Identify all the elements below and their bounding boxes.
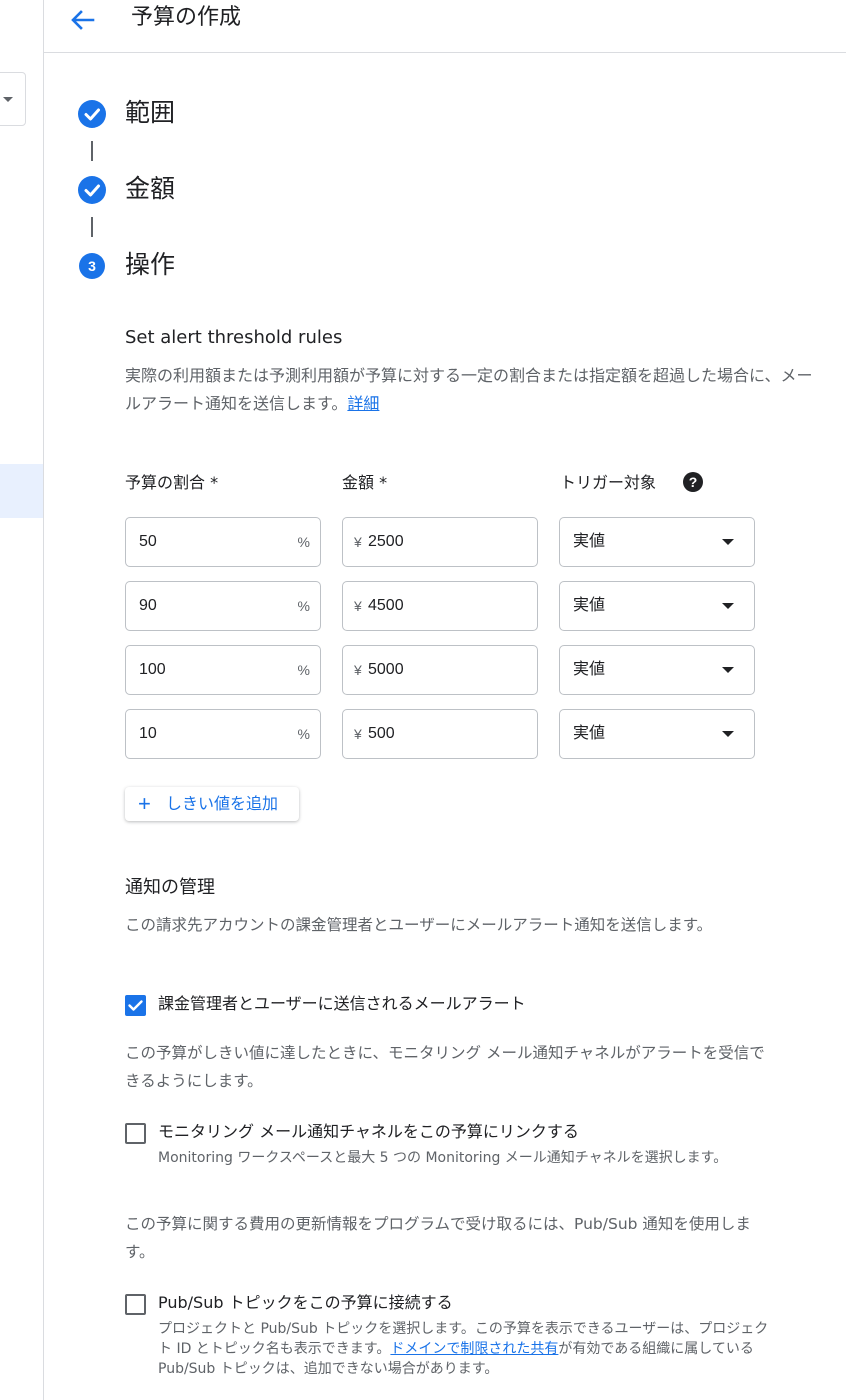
check-circle-icon <box>78 100 106 128</box>
percent-suffix: % <box>297 662 310 678</box>
email-alerts-checkbox[interactable] <box>125 995 146 1016</box>
monitoring-link-help: Monitoring ワークスペースと最大 5 つの Monitoring メー… <box>158 1150 728 1166</box>
dropdown-arrow-icon <box>722 731 734 737</box>
notifications-description: この請求先アカウントの課金管理者とユーザーにメールアラート通知を送信します。 <box>125 916 713 934</box>
details-link[interactable]: 詳細 <box>347 394 379 413</box>
pubsub-description: この予算に関する費用の更新情報をプログラムで受け取るには、Pub/Sub 通知を… <box>125 1215 751 1261</box>
page-header: 予算の作成 <box>44 0 846 53</box>
left-dropdown[interactable] <box>0 72 26 126</box>
column-header-trigger: トリガー対象 <box>560 473 657 492</box>
amount-input[interactable]: ¥ 5000 <box>342 645 538 695</box>
percent-suffix: % <box>297 726 310 742</box>
page-title: 予算の作成 <box>131 5 242 30</box>
amount-input[interactable]: ¥ 2500 <box>342 517 538 567</box>
currency-prefix: ¥ <box>354 534 362 550</box>
trigger-select[interactable]: 実値 <box>559 709 755 759</box>
plus-icon: + <box>138 791 151 816</box>
domain-restricted-sharing-link[interactable]: ドメインで制限された共有 <box>390 1341 558 1357</box>
trigger-select[interactable]: 実値 <box>559 581 755 631</box>
amount-input[interactable]: ¥ 500 <box>342 709 538 759</box>
amount-input[interactable]: ¥ 4500 <box>342 581 538 631</box>
alert-rules-title: Set alert threshold rules <box>125 327 343 348</box>
percent-input[interactable]: 90 % <box>125 581 321 631</box>
step-connector <box>91 141 93 161</box>
chevron-down-icon <box>3 97 13 102</box>
column-header-percent: 予算の割合 * <box>125 473 219 492</box>
monitoring-link-checkbox[interactable] <box>125 1123 146 1144</box>
step-label: 範囲 <box>125 98 176 127</box>
monitoring-link-label[interactable]: モニタリング メール通知チャネルをこの予算にリンクする <box>158 1121 579 1143</box>
percent-input[interactable]: 10 % <box>125 709 321 759</box>
monitoring-description: この予算がしきい値に達したときに、モニタリング メール通知チャネルがアラートを受… <box>125 1044 765 1090</box>
trigger-select[interactable]: 実値 <box>559 645 755 695</box>
column-header-amount: 金額 * <box>342 473 388 492</box>
step-label: 操作 <box>125 250 176 279</box>
currency-prefix: ¥ <box>354 598 362 614</box>
currency-prefix: ¥ <box>354 662 362 678</box>
alert-rules-description: 実際の利用額または予測利用額が予算に対する一定の割合または指定額を超過した場合に… <box>125 366 813 413</box>
check-circle-icon <box>78 176 106 204</box>
step-label: 金額 <box>125 174 176 203</box>
trigger-select[interactable]: 実値 <box>559 517 755 567</box>
email-alerts-label[interactable]: 課金管理者とユーザーに送信されるメールアラート <box>158 993 526 1015</box>
dropdown-arrow-icon <box>722 667 734 673</box>
percent-input[interactable]: 50 % <box>125 517 321 567</box>
currency-prefix: ¥ <box>354 726 362 742</box>
left-nav-active-item[interactable] <box>0 464 43 518</box>
step-number-badge: 3 <box>79 253 105 279</box>
dropdown-arrow-icon <box>722 603 734 609</box>
percent-suffix: % <box>297 598 310 614</box>
help-icon[interactable]: ? <box>683 472 703 492</box>
step-connector <box>91 217 93 237</box>
percent-input[interactable]: 100 % <box>125 645 321 695</box>
pubsub-connect-checkbox[interactable] <box>125 1294 146 1315</box>
dropdown-arrow-icon <box>722 539 734 545</box>
left-navigation-rail <box>0 0 44 1400</box>
pubsub-connect-label[interactable]: Pub/Sub トピックをこの予算に接続する <box>158 1292 453 1314</box>
percent-suffix: % <box>297 534 310 550</box>
arrow-back-icon <box>71 10 95 30</box>
add-threshold-button[interactable]: + しきい値を追加 <box>125 787 299 821</box>
pubsub-connect-help: プロジェクトと Pub/Sub トピックを選択します。この予算を表示できるユーザ… <box>158 1321 769 1377</box>
check-icon <box>128 1000 143 1011</box>
notifications-title: 通知の管理 <box>125 877 215 898</box>
back-button[interactable] <box>66 4 98 36</box>
